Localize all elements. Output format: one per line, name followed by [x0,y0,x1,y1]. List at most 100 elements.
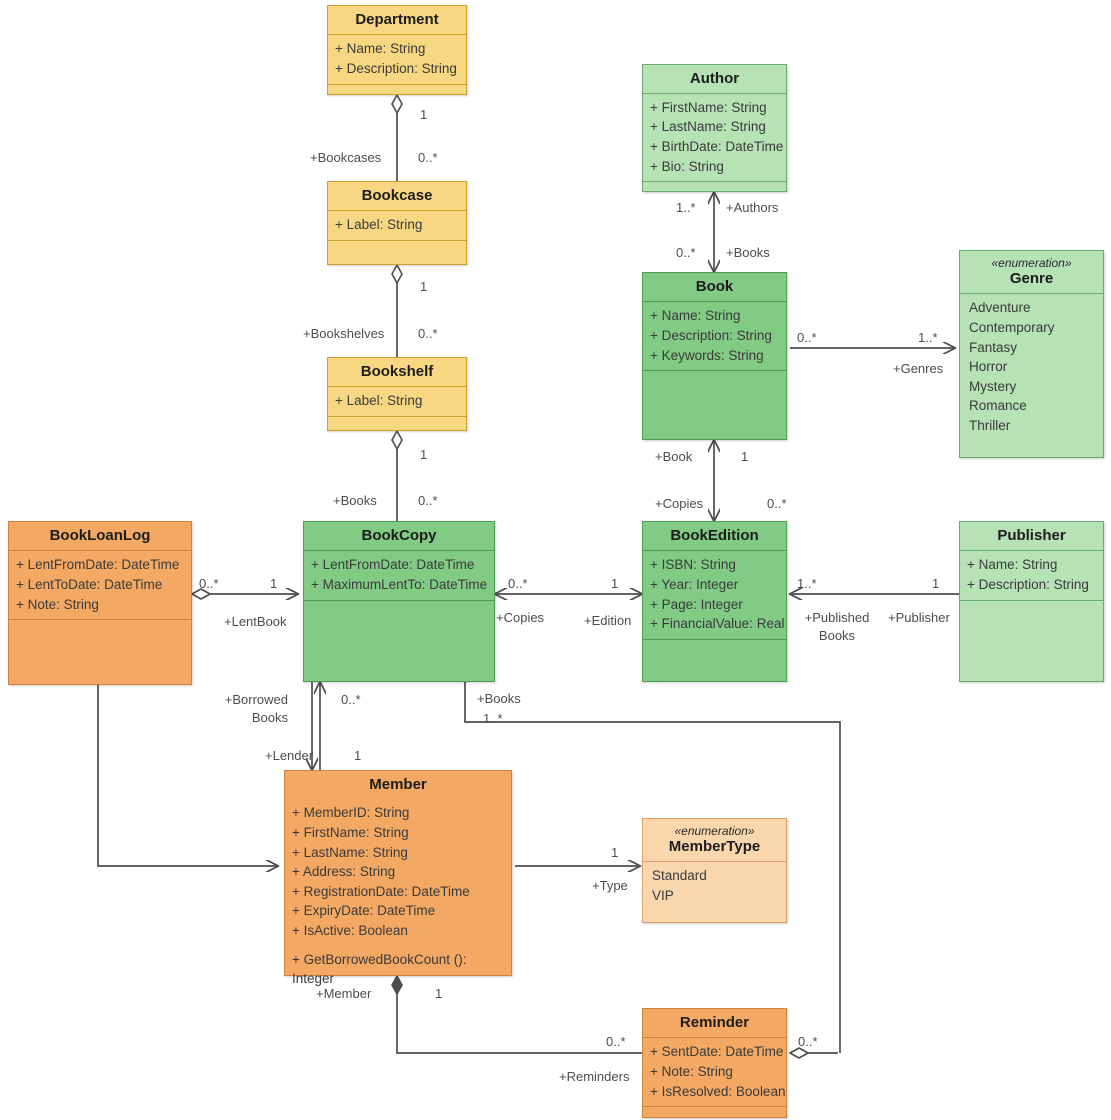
attribute: + LastName: String [292,844,408,860]
edge-label-published-books-role: +Published Books [797,609,877,645]
attribute: + ISBN: String [650,557,736,573]
edge-label-borrowed-books-role: +Borrowed Books [183,691,288,727]
class-department-attributes: + Name: String + Description: String [328,35,466,83]
class-member-title: Member [369,776,427,793]
class-genre-title: «enumeration» Genre [960,251,1103,293]
attribute: + IsResolved: Boolean [650,1083,786,1099]
class-publisher-title: Publisher [997,527,1066,544]
attribute: + Keywords: String [650,347,764,363]
edge-label-books-author-role: +Books [726,245,770,260]
enum-literal: VIP [652,887,674,903]
class-bookcase-operations [328,241,466,264]
class-genre-enumeration[interactable]: «enumeration» Genre Adventure Contempora… [959,250,1104,458]
class-book-operations [643,371,786,439]
edge-label-borrowed-multiplicity: 0..* [341,692,361,707]
edge-label-books-member-role: +Books [477,691,521,706]
enum-literal: Romance [969,398,1027,414]
class-bookcase[interactable]: Bookcase + Label: String [327,181,467,265]
attribute: + Description: String [335,60,457,76]
edge-label-lender-multiplicity: 1 [354,748,362,763]
class-author[interactable]: Author + FirstName: String + LastName: S… [642,64,787,192]
edge-label-copies-multiplicity: 0..* [508,576,528,591]
enum-literal: Contemporary [969,319,1055,335]
class-membertype-name: MemberType [668,838,761,855]
edge-label-copies-edition-multiplicity: 0..* [767,496,787,511]
class-publisher-operations [960,601,1103,681]
edge-label-bookcases-multiplicity: 0..* [418,150,438,165]
class-bookshelf-operations [328,417,466,430]
class-reminder[interactable]: Reminder + SentDate: DateTime + Note: St… [642,1008,787,1118]
edge-label-books-member-multiplicity: 1..* [483,711,503,726]
edge-label-type-role: +Type [592,878,628,893]
class-bookloanlog[interactable]: BookLoanLog + LentFromDate: DateTime + L… [8,521,192,685]
class-department-operations [328,85,466,94]
enum-literal: Adventure [969,300,1031,316]
class-membertype-enumeration[interactable]: «enumeration» MemberType Standard VIP [642,818,787,923]
edge-label-lentbook-multiplicity: 1 [270,576,278,591]
class-member[interactable]: Member + MemberID: String + FirstName: S… [284,770,512,986]
class-author-operations [643,182,786,191]
class-bookshelf[interactable]: Bookshelf + Label: String [327,357,467,431]
attribute: + Description: String [967,576,1089,592]
attribute: + Note: String [650,1063,733,1079]
edge-label-department-multiplicity: 1 [420,107,428,122]
attribute: + FirstName: String [292,824,409,840]
edge-label-lentbook-role: +LentBook [224,614,287,629]
attribute: + LastName: String [650,119,766,135]
class-bookcopy[interactable]: BookCopy + LentFromDate: DateTime + Maxi… [303,521,495,682]
class-author-attributes: + FirstName: String + LastName: String +… [643,94,786,182]
edge-label-published-multiplicity: 1..* [797,576,817,591]
attribute: + MemberID: String [292,805,410,821]
attribute: + Name: String [967,557,1058,573]
edge-label-member-role: +Member [316,986,372,1001]
class-book[interactable]: Book + Name: String + Description: Strin… [642,272,787,440]
attribute: + SentDate: DateTime [650,1044,784,1060]
edge-label-book-role: +Book [655,449,693,464]
edge-label-bookshelves-multiplicity: 0..* [418,326,438,341]
stereotype-label: «enumeration» [674,824,755,838]
edge-label-copies-role: +Copies [496,610,545,625]
attribute: + MaximumLentTo: DateTime [311,576,488,592]
edge-label-edition-role: +Edition [584,613,632,628]
attribute: + FirstName: String [650,99,767,115]
role-line-2: Books [251,709,288,725]
class-member-attributes: + MemberID: String + FirstName: String +… [285,799,511,945]
class-department[interactable]: Department + Name: String + Description:… [327,5,467,95]
edge-label-authors-multiplicity: 1..* [676,200,696,215]
edge-label-bookcase-multiplicity: 1 [420,279,428,294]
edge-label-publisher-multiplicity: 1 [932,576,940,591]
class-genre-literals: Adventure Contemporary Fantasy Horror My… [960,294,1103,457]
class-bookedition-attributes: + ISBN: String + Year: Integer + Page: I… [643,551,786,639]
enum-literal: Standard [652,868,707,884]
attribute: + RegistrationDate: DateTime [292,883,470,899]
attribute: + FinancialValue: Real [650,616,785,632]
attribute: + Label: String [335,217,423,233]
class-bookshelf-attributes: + Label: String [328,387,466,416]
class-reminder-operations [643,1107,786,1117]
attribute: + LentFromDate: DateTime [16,557,180,573]
edge-label-reminders-role: +Reminders [559,1069,630,1084]
attribute: + Description: String [650,327,772,343]
stereotype-label: «enumeration» [991,256,1072,270]
class-bookedition[interactable]: BookEdition + ISBN: String + Year: Integ… [642,521,787,682]
edge-label-genre-source-multiplicity: 0..* [797,330,817,345]
enum-literal: Thriller [969,418,1011,434]
edge-label-book-multiplicity: 1 [741,449,749,464]
edge-label-reminders-multiplicity: 0..* [606,1034,626,1049]
edge-label-publisher-role: +Publisher [888,610,950,625]
edge-label-bookshelf-multiplicity: 1 [420,447,428,462]
role-line-1: +Borrowed [224,692,288,707]
class-bookloanlog-attributes: + LentFromDate: DateTime + LentToDate: D… [9,551,191,619]
attribute: + Note: String [16,596,99,612]
edge-label-loan-multiplicity: 0..* [199,576,219,591]
class-bookcopy-title: BookCopy [361,527,437,544]
class-genre-name: Genre [1009,270,1054,287]
class-reminder-attributes: + SentDate: DateTime + Note: String + Is… [643,1038,786,1106]
class-membertype-literals: Standard VIP [643,862,786,922]
class-bookshelf-title: Bookshelf [360,363,434,380]
edge-label-reminder-right-multiplicity: 0..* [798,1034,818,1049]
edge-label-copies-edition-role: +Copies [655,496,704,511]
class-publisher[interactable]: Publisher + Name: String + Description: … [959,521,1104,682]
attribute: + Name: String [335,41,426,57]
class-bookcase-attributes: + Label: String [328,211,466,240]
